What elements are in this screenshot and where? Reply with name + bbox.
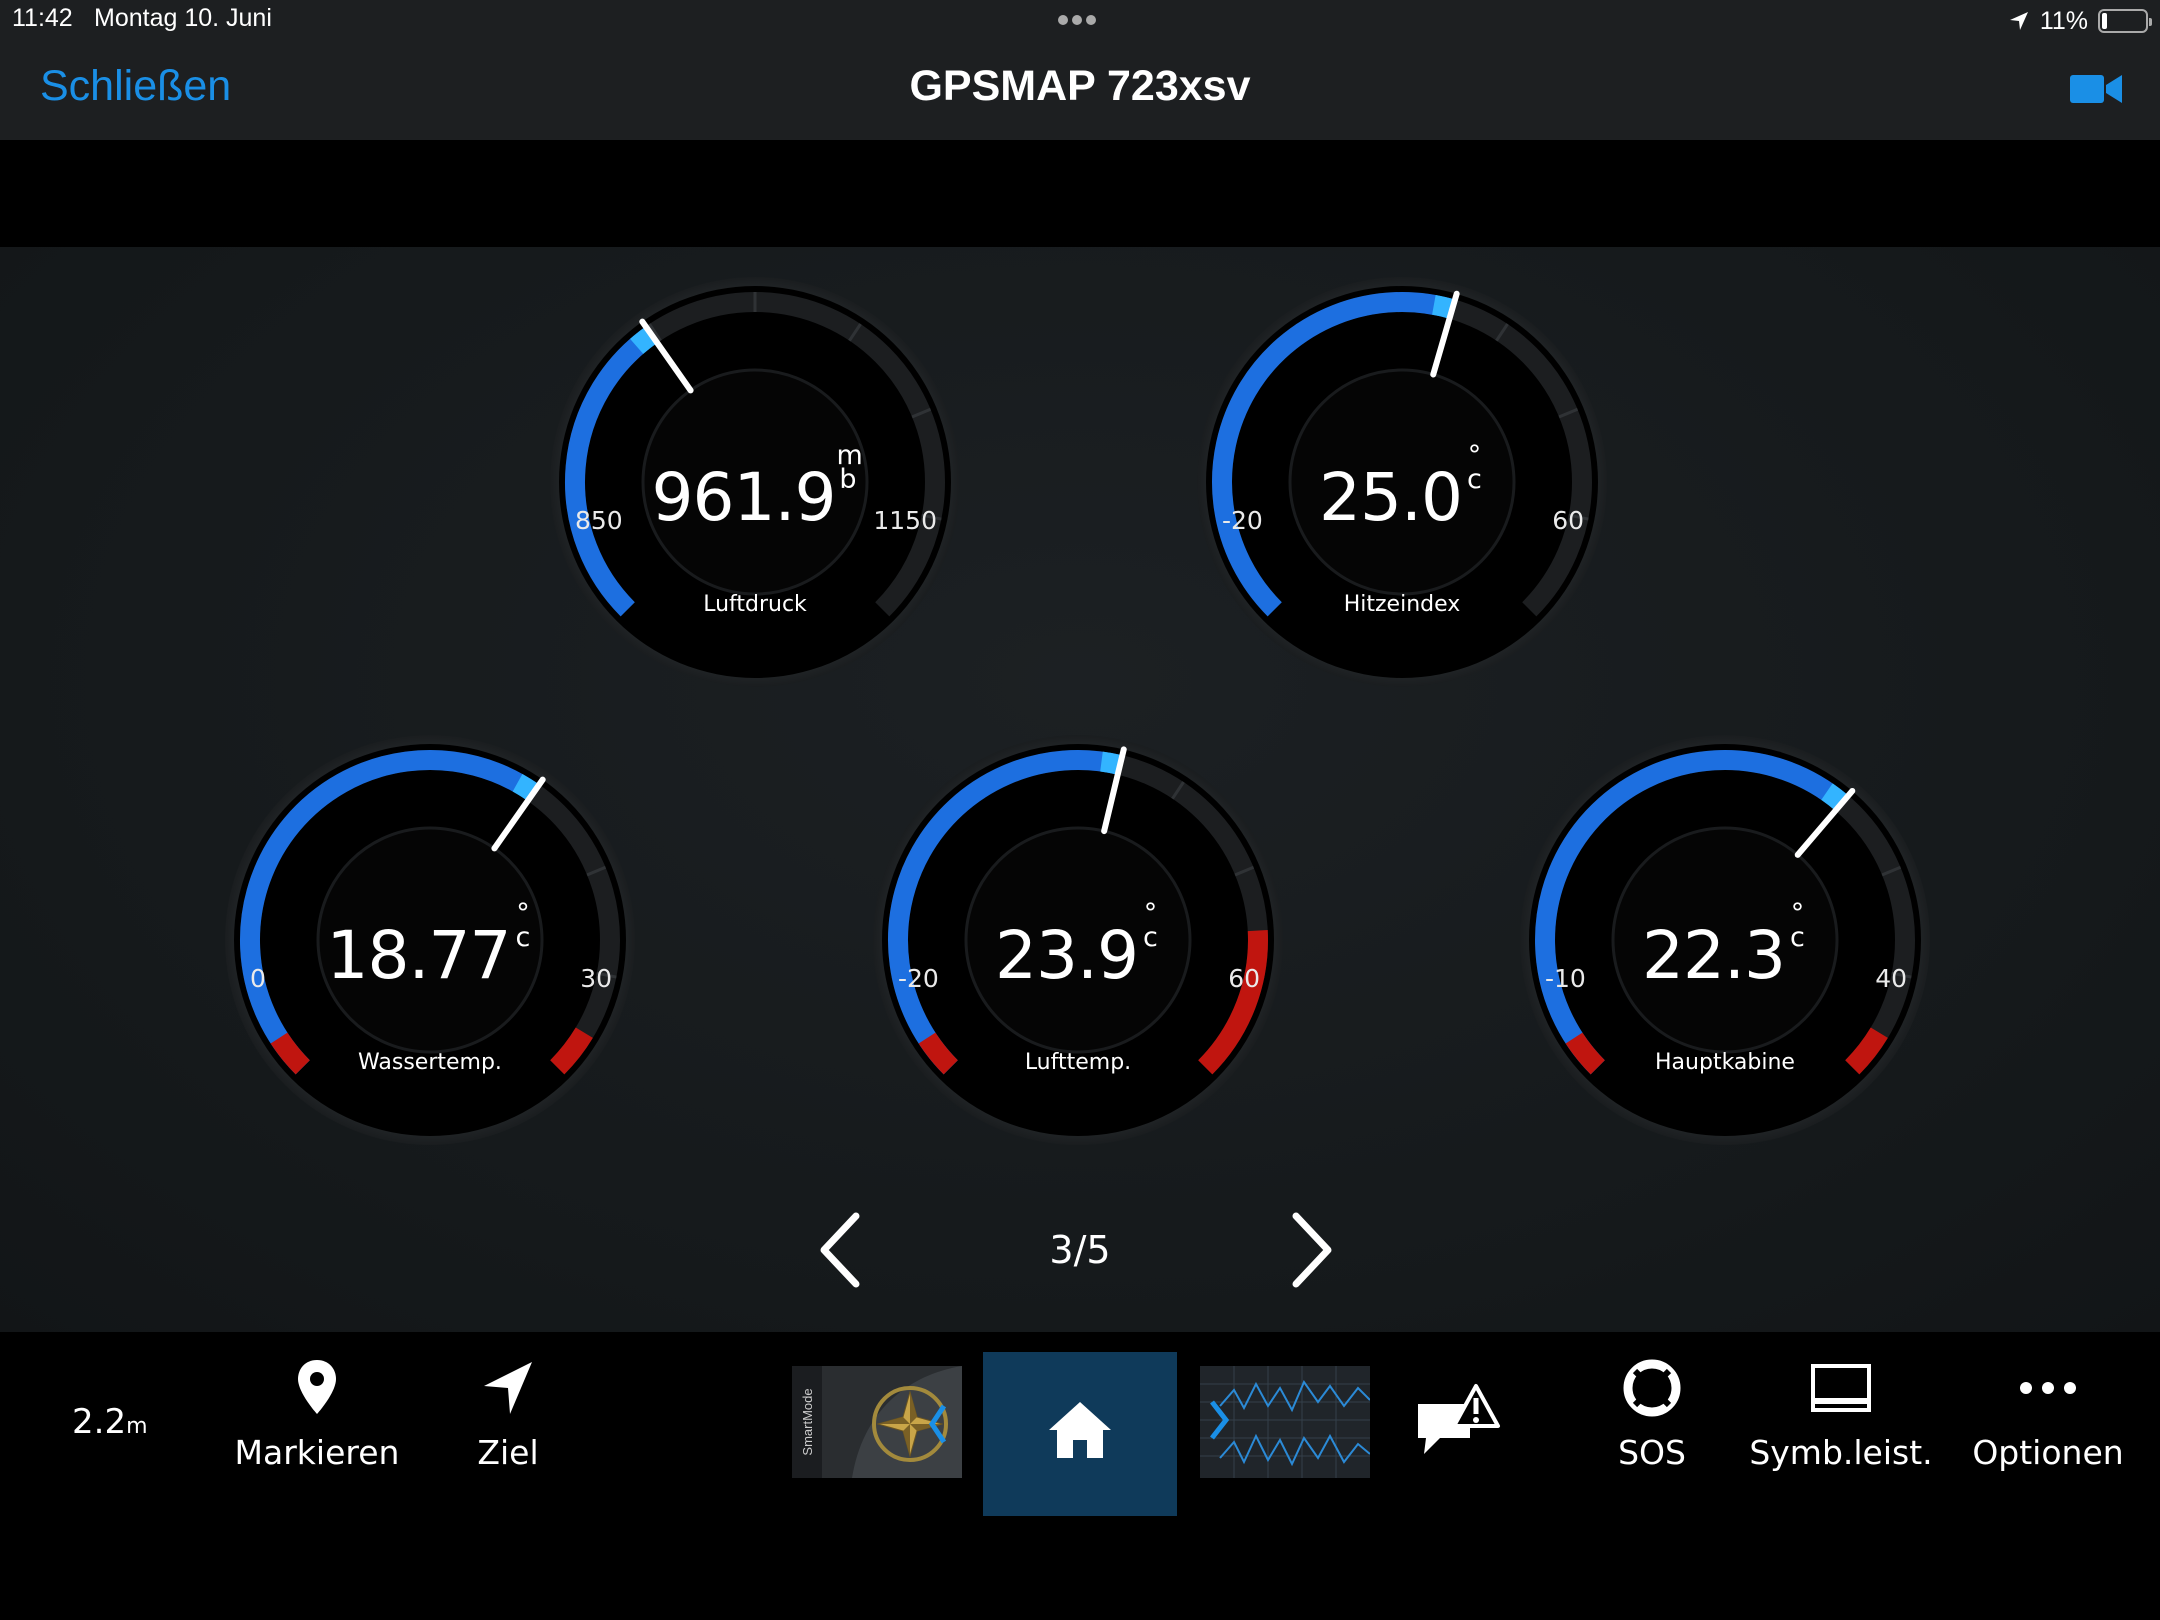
toolbar-icon: [1811, 1364, 1871, 1412]
home-button[interactable]: [983, 1352, 1177, 1516]
black-strip: [0, 140, 2160, 247]
gauge-wassertemp[interactable]: 18.77 ° c 0 30 Wassertemp.: [220, 730, 640, 1150]
gauge-max-label: 60: [1552, 506, 1584, 535]
sos-button[interactable]: SOS: [1600, 1358, 1704, 1472]
gauge-max-label: 60: [1228, 964, 1260, 993]
navigation-bar: Schließen GPSMAP 723xsv: [0, 42, 2160, 140]
gauge-hauptkabine[interactable]: 22.3 ° c -10 40 Hauptkabine: [1515, 730, 1935, 1150]
gauge-min-label: 0: [250, 964, 266, 993]
battery-icon: [2098, 9, 2152, 33]
gauge-max-label: 1150: [873, 506, 937, 535]
options-label: Optionen: [1972, 1433, 2124, 1472]
mark-button[interactable]: Markieren: [232, 1358, 402, 1472]
gauge-unit: ° c: [1790, 898, 1805, 953]
map-pin-icon: [298, 1360, 336, 1414]
alert-message-icon[interactable]: [1410, 1380, 1506, 1468]
page-indicator: 3/5: [1049, 1228, 1111, 1272]
gauge-unit: ° c: [1143, 898, 1158, 953]
options-button[interactable]: Optionen: [1968, 1358, 2128, 1472]
gauge-label: Lufttemp.: [1024, 1050, 1132, 1075]
goto-button[interactable]: Ziel: [448, 1358, 568, 1472]
depth-readout: 2.2m: [72, 1402, 148, 1442]
gauge-max-label: 40: [1875, 964, 1907, 993]
navigation-arrow-icon: [484, 1362, 532, 1414]
status-bar: 11:42 Montag 10. Juni 11%: [0, 0, 2160, 42]
status-right-group: 11%: [2008, 4, 2152, 38]
gauge-max-label: 30: [580, 964, 612, 993]
page-title: GPSMAP 723xsv: [909, 62, 1251, 110]
more-icon: [2020, 1382, 2076, 1394]
status-date: Montag 10. Juni: [94, 4, 272, 32]
gauge-min-label: -20: [1222, 506, 1263, 535]
video-camera-icon[interactable]: [2070, 70, 2122, 108]
gauge-hitzeindex[interactable]: 25.0 ° c -20 60 Hitzeindex: [1192, 272, 1612, 692]
smartmode-text: SmartMode: [800, 1388, 815, 1455]
depth-value: 2.2: [72, 1402, 127, 1442]
chevron-right-icon[interactable]: [1282, 1208, 1342, 1292]
smartmode-thumbnail[interactable]: SmartMode: [792, 1366, 962, 1478]
gauge-min-label: -20: [898, 964, 939, 993]
gauge-min-label: -10: [1545, 964, 1586, 993]
gauge-value: 18.77 ° c: [220, 898, 640, 994]
mark-label: Markieren: [234, 1433, 400, 1472]
gauge-label: Wassertemp.: [358, 1050, 502, 1075]
lifebuoy-icon: [1623, 1359, 1681, 1417]
gauge-luftdruck[interactable]: 961.9 m b 850 1150 Luftdruck: [545, 272, 965, 692]
sonar-thumbnail[interactable]: [1200, 1366, 1370, 1478]
home-icon: [1049, 1402, 1111, 1458]
battery-percentage: 11%: [2039, 6, 2088, 35]
depth-unit: m: [126, 1414, 148, 1439]
gauge-unit: ° c: [515, 898, 531, 953]
gauge-min-label: 850: [575, 506, 623, 535]
chevron-left-icon[interactable]: [810, 1208, 870, 1292]
gauge-unit: ° c: [1467, 440, 1482, 495]
status-time: 11:42: [12, 4, 73, 32]
gauge-label: Hitzeindex: [1343, 592, 1461, 617]
location-arrow-icon: [2009, 12, 2028, 30]
multitasking-dots[interactable]: [1058, 12, 1102, 26]
gauge-lufttemp[interactable]: 23.9 ° c -20 60 Lufttemp.: [868, 730, 1288, 1150]
gauge-unit: mb: [836, 440, 862, 495]
symbol-bar-button[interactable]: Symb.leist.: [1746, 1358, 1936, 1472]
sos-label: SOS: [1618, 1433, 1686, 1472]
goto-label: Ziel: [477, 1433, 539, 1472]
compass-rose-icon: [872, 1386, 948, 1462]
bottom-toolbar: 2.2m Markieren Ziel SmartMode SOS Symb.l…: [0, 1332, 2160, 1620]
gauge-label: Hauptkabine: [1655, 1050, 1795, 1075]
symbol-bar-label: Symb.leist.: [1749, 1433, 1933, 1472]
gauge-label: Luftdruck: [703, 592, 807, 617]
